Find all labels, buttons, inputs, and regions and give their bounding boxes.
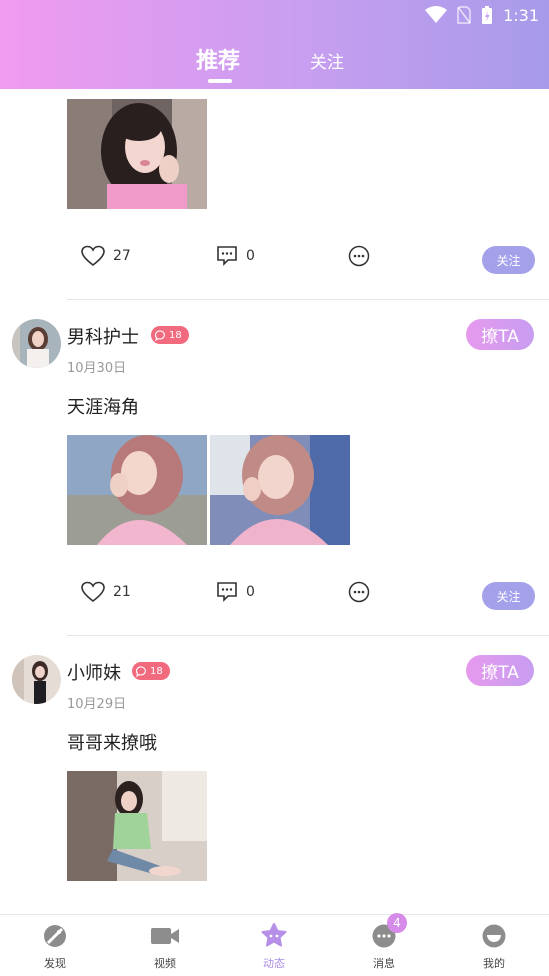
nav-label: 我的 [483,957,505,970]
message-badge: 4 [387,913,407,933]
nav-messages[interactable]: 4 消息 [344,913,424,971]
nav-label: 视频 [154,957,176,970]
nav-video[interactable]: 视频 [125,923,205,971]
post-text: 哥哥来撩哦 [67,733,157,754]
chat-badge: 18 [151,326,189,344]
tab-underline [208,79,232,83]
comment-count: 0 [246,248,255,264]
nav-label: 消息 [373,957,395,970]
flirt-button[interactable]: 撩TA [466,655,534,686]
tab-following[interactable]: 关注 [310,48,344,73]
tab-recommend[interactable]: 推荐 [196,43,240,75]
comment-icon [217,582,237,602]
like-count: 21 [113,584,131,600]
post-header: 小师妹 18 10月29日 撩TA [0,655,549,715]
username[interactable]: 男科护士 [67,323,139,349]
no-sim-icon [457,6,471,24]
post-header: 男科护士 18 10月30日 撩TA [0,319,549,379]
heart-icon [81,245,105,267]
more-action[interactable] [348,245,370,267]
nav-label: 发现 [44,957,66,970]
status-bar: 1:31 [0,0,549,32]
post-photo[interactable] [67,771,207,881]
badge-count: 18 [150,665,163,677]
more-icon [348,245,370,267]
flirt-button[interactable]: 撩TA [466,319,534,350]
divider [67,299,549,300]
post-photo[interactable] [210,435,350,545]
moments-icon [261,923,287,947]
follow-button[interactable]: 关注 [482,246,535,274]
feed[interactable]: 27 0 关注 男科护士 18 10月30日 撩TA 天涯海角 21 0 关注 … [0,89,549,914]
like-action[interactable]: 27 [81,245,131,267]
like-count: 27 [113,248,131,264]
comment-count: 0 [246,584,255,600]
post-date: 10月29日 [67,697,127,712]
username[interactable]: 小师妹 [67,659,121,685]
like-action[interactable]: 21 [81,581,131,603]
chat-bubble-icon [136,665,146,677]
post-date: 10月30日 [67,361,127,376]
nav-profile[interactable]: 我的 [454,923,534,971]
status-time: 1:31 [503,5,539,25]
nav-moments[interactable]: 动态 [234,923,314,971]
comment-action[interactable]: 0 [216,245,255,267]
heart-icon [81,581,105,603]
post-photo[interactable] [67,99,207,209]
chat-bubble-icon [155,329,165,341]
battery-icon [482,6,493,24]
comment-action[interactable]: 0 [216,581,255,603]
wifi-icon [425,6,448,23]
header: 1:31 推荐 关注 [0,0,549,89]
avatar[interactable] [12,319,61,368]
post-actions: 21 0 关注 [0,581,549,611]
video-icon [151,928,179,944]
badge-count: 18 [169,329,182,341]
discover-icon [44,925,66,947]
divider [67,635,549,636]
profile-icon [482,924,506,948]
bottom-nav: 发现 视频 动态 4 消息 我的 [0,913,549,976]
status-icons: 1:31 [425,5,539,25]
follow-button[interactable]: 关注 [482,582,535,610]
more-icon [348,581,370,603]
chat-badge: 18 [132,662,170,680]
post-actions: 27 0 关注 [0,245,549,275]
comment-icon [217,246,237,266]
nav-discover[interactable]: 发现 [15,923,95,971]
more-action[interactable] [348,581,370,603]
nav-label: 动态 [263,957,285,970]
top-tabs: 推荐 关注 [0,40,549,83]
avatar[interactable] [12,655,61,704]
post-text: 天涯海角 [67,397,139,418]
post-photo[interactable] [67,435,207,545]
